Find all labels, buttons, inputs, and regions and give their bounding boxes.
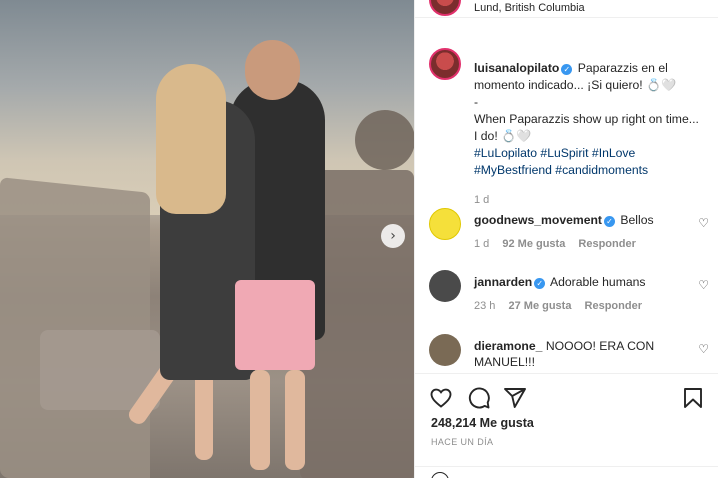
reply-button[interactable]: Responder xyxy=(585,300,642,312)
comment-item: jannarden ✓ Adorable humans 23 h 27 Me gu… xyxy=(429,270,715,320)
commenter-avatar[interactable] xyxy=(429,334,461,366)
caption-avatar[interactable] xyxy=(429,48,461,80)
comment-meta: 23 h 27 Me gusta Responder xyxy=(474,300,652,312)
hashtag-link[interactable]: #InLove xyxy=(592,146,635,160)
comment-item: dieramone_ NOOOO! ERA CON MANUEL!!! ♡ xyxy=(429,334,715,373)
post-location[interactable]: Lund, British Columbia xyxy=(474,2,585,14)
emoji-icon[interactable] xyxy=(431,472,449,478)
comment-item: goodnews_movement ✓ Bellos 1 d 92 Me gust… xyxy=(429,208,715,258)
heart-icon[interactable]: ♡ xyxy=(698,278,709,292)
caption-body: luisanalopilato ✓ Paparazzis en el moment… xyxy=(474,60,704,209)
verified-badge-icon: ✓ xyxy=(534,278,546,289)
photo-head xyxy=(245,40,300,100)
bookmark-icon[interactable] xyxy=(681,386,705,410)
heart-icon[interactable] xyxy=(429,386,453,410)
photo-rock xyxy=(0,177,150,478)
verified-badge-icon: ✓ xyxy=(604,216,615,227)
comment-text: Bellos xyxy=(620,213,654,227)
photo-hair xyxy=(156,64,226,214)
comment-body: dieramone_ NOOOO! ERA CON MANUEL!!! xyxy=(474,338,679,370)
post-photo[interactable]: › xyxy=(0,0,414,478)
commenter-avatar[interactable] xyxy=(429,208,461,240)
send-icon[interactable] xyxy=(503,386,527,410)
author-avatar[interactable] xyxy=(429,0,461,16)
heart-icon[interactable]: ♡ xyxy=(698,216,709,230)
comment-meta: 1 d 92 Me gusta Responder xyxy=(474,238,646,250)
hashtag-link[interactable]: #LuLopilato xyxy=(474,146,537,160)
caption-time[interactable]: 1 d xyxy=(474,194,489,206)
caption-dash: - xyxy=(474,95,479,109)
comment-body: goodnews_movement ✓ Bellos xyxy=(474,212,679,228)
hashtag-link[interactable]: #MyBestfriend xyxy=(474,163,552,177)
caption-username[interactable]: luisanalopilato xyxy=(474,61,559,75)
hashtag-link[interactable]: #LuSpirit xyxy=(540,146,588,160)
likes-count[interactable]: 248,214 Me gusta xyxy=(431,416,534,430)
comment-icon[interactable] xyxy=(467,386,491,410)
reply-button[interactable]: Responder xyxy=(578,238,635,250)
caption-meta: 1 d xyxy=(474,192,704,209)
chevron-right-icon[interactable]: › xyxy=(381,224,405,248)
hashtag-link[interactable]: #candidmoments xyxy=(555,163,648,177)
comment-text: Adorable humans xyxy=(549,275,646,289)
comment-time[interactable]: 23 h xyxy=(474,300,495,312)
post-side-panel: Lund, British Columbia luisanalopilato ✓ … xyxy=(414,0,718,478)
verified-badge-icon: ✓ xyxy=(561,64,573,75)
add-comment-bar xyxy=(415,466,718,478)
heart-icon[interactable]: ♡ xyxy=(698,342,709,356)
comment-username[interactable]: dieramone_ xyxy=(474,339,542,353)
photo-leg xyxy=(285,370,305,470)
photo-leg xyxy=(250,370,270,470)
comment-username[interactable]: jannarden xyxy=(474,275,532,289)
instagram-post: › Lund, British Columbia luisanalopilato… xyxy=(0,0,718,478)
comments-list[interactable]: luisanalopilato ✓ Paparazzis en el moment… xyxy=(415,40,715,373)
comment-likes[interactable]: 27 Me gusta xyxy=(508,300,571,312)
photo-rock xyxy=(355,110,414,170)
photo-shorts xyxy=(235,280,315,370)
post-header: Lund, British Columbia xyxy=(415,0,718,18)
comment-body: jannarden ✓ Adorable humans xyxy=(474,274,679,290)
commenter-avatar[interactable] xyxy=(429,270,461,302)
comment-username[interactable]: goodnews_movement xyxy=(474,213,602,227)
post-actions: 248,214 Me gusta HACE UN DÍA xyxy=(415,373,718,478)
comment-time[interactable]: 1 d xyxy=(474,238,489,250)
post-age[interactable]: HACE UN DÍA xyxy=(431,437,493,447)
comment-likes[interactable]: 92 Me gusta xyxy=(502,238,565,250)
photo-couple xyxy=(125,40,340,478)
caption-text-en: When Paparazzis show up right on time...… xyxy=(474,112,699,143)
